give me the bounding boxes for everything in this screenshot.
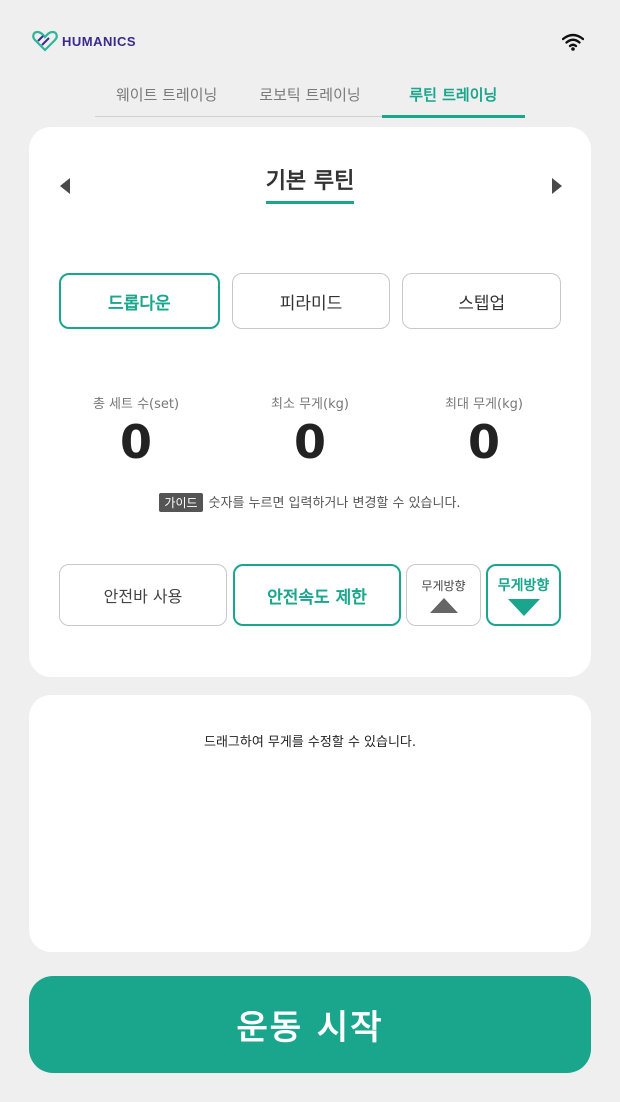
training-tabs: 웨이트 트레이닝 로보틱 트레이닝 루틴 트레이닝 [95,80,526,118]
heart-logo-icon [32,30,58,52]
app-header: HUMANICS [0,0,620,70]
stat-label: 최소 무게(kg) [271,397,349,412]
total-sets-value[interactable]: 0 [49,414,223,470]
option-row: 안전바 사용 안전속도 제한 무게방향 무게방향 [59,564,561,626]
graph-hint: 드래그하여 무게를 수정할 수 있습니다. [203,735,417,750]
tab-robotic-training[interactable]: 로보틱 트레이닝 [238,80,381,116]
mode-stepup-button[interactable]: 스텝업 [402,273,562,329]
weight-direction-up-button[interactable]: 무게방향 [406,564,481,626]
routine-settings-card: 기본 루틴 드롭다운 피라미드 스텝업 총 세트 수(set) 0 최소 무게(… [29,127,591,677]
min-weight-value[interactable]: 0 [223,414,397,470]
guide-badge: 가이드 [159,493,203,512]
routine-mode-group: 드롭다운 피라미드 스텝업 [59,273,562,329]
mode-dropdown-button[interactable]: 드롭다운 [59,273,220,329]
tab-routine-training[interactable]: 루틴 트레이닝 [381,80,526,118]
safety-bar-button[interactable]: 안전바 사용 [59,564,227,626]
caret-right-icon[interactable] [552,178,562,194]
brand-logo: HUMANICS [32,30,136,52]
stat-total-sets: 총 세트 수(set) 0 [49,393,223,470]
weight-direction-label: 무게방향 [421,579,466,593]
brand-name: HUMANICS [62,33,137,49]
triangle-down-icon [507,598,540,616]
safety-speed-button[interactable]: 안전속도 제한 [233,564,401,626]
stat-label: 최대 무게(kg) [445,397,523,412]
max-weight-value[interactable]: 0 [397,414,571,470]
routine-title-text: 기본 루틴 [265,167,355,204]
stat-min-weight: 최소 무게(kg) 0 [223,393,397,470]
mode-pyramid-button[interactable]: 피라미드 [231,273,391,329]
triangle-up-icon [429,598,458,613]
routine-title: 기본 루틴 [29,167,591,204]
wifi-icon [562,33,584,51]
weight-direction-down-button[interactable]: 무게방향 [486,564,561,626]
start-exercise-button[interactable]: 운동 시작 [29,976,591,1073]
routine-stats: 총 세트 수(set) 0 최소 무게(kg) 0 최대 무게(kg) 0 [49,393,571,470]
tab-weight-training[interactable]: 웨이트 트레이닝 [95,80,238,116]
guide-message: 숫자를 누르면 입력하거나 변경할 수 있습니다. [208,496,461,511]
stat-label: 총 세트 수(set) [92,397,180,412]
weight-direction-label: 무게방향 [497,577,550,594]
weight-graph-card[interactable]: 드래그하여 무게를 수정할 수 있습니다. [29,695,591,952]
routine-selector: 기본 루틴 [29,167,591,217]
stat-max-weight: 최대 무게(kg) 0 [397,393,571,470]
guide-text: 가이드 숫자를 누르면 입력하거나 변경할 수 있습니다. [29,492,591,512]
